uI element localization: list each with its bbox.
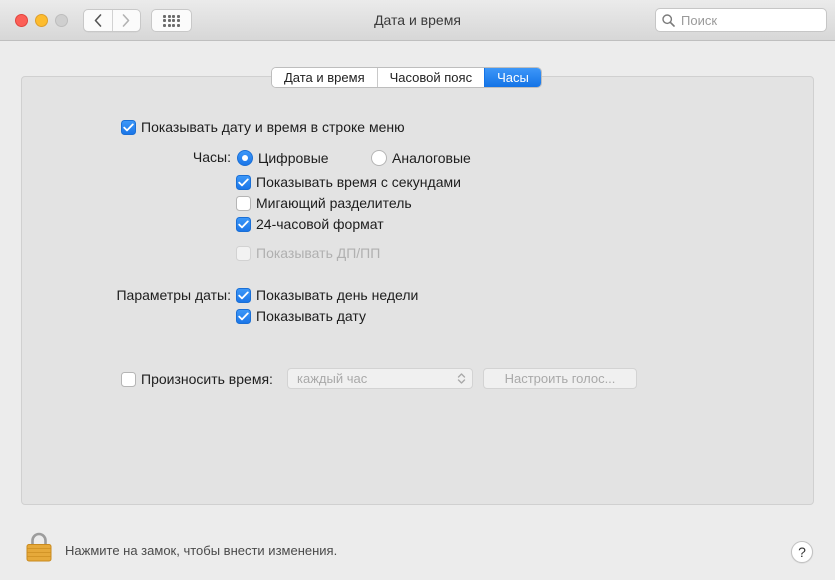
checkmark-icon [238, 220, 249, 228]
show-menu-clock-option[interactable]: Показывать дату и время в строке меню [121, 118, 405, 136]
show-ampm-label: Показывать ДП/ПП [256, 245, 381, 261]
preferences-window: Дата и время Дата и время Часовой пояс Ч… [0, 0, 835, 580]
tab-clock[interactable]: Часы [484, 68, 541, 87]
lock-icon[interactable] [26, 532, 52, 562]
announce-time-checkbox[interactable] [121, 371, 136, 387]
flash-separator-option[interactable]: Мигающий разделитель [236, 194, 412, 212]
hour24-label: 24-часовой формат [256, 216, 384, 232]
show-weekday-checkbox[interactable] [236, 287, 251, 303]
announce-time-option[interactable]: Произносить время: [121, 370, 273, 388]
search-input[interactable] [679, 10, 819, 30]
checkmark-icon [238, 312, 249, 320]
checkmark-icon [123, 123, 134, 131]
search-icon [662, 13, 675, 27]
digital-option[interactable]: Цифровые [237, 149, 329, 167]
analog-option[interactable]: Аналоговые [371, 149, 471, 167]
show-weekday-label: Показывать день недели [256, 287, 419, 303]
show-ampm-checkbox [236, 245, 251, 261]
show-weekday-option[interactable]: Показывать день недели [236, 286, 418, 304]
hour24-checkbox[interactable] [236, 216, 251, 232]
show-date-option[interactable]: Показывать дату [236, 307, 366, 325]
lock-hint: Нажмите на замок, чтобы внести изменения… [65, 543, 338, 558]
digital-label: Цифровые [258, 150, 329, 166]
title-bar: Дата и время [0, 0, 835, 41]
show-seconds-label: Показывать время с секундами [256, 174, 461, 190]
date-options-label: Параметры даты: [116, 287, 231, 303]
search-field[interactable] [655, 8, 827, 32]
help-button[interactable]: ? [791, 541, 813, 563]
analog-label: Аналоговые [392, 150, 471, 166]
announce-time-label: Произносить время: [141, 371, 273, 387]
show-menu-clock-checkbox[interactable] [121, 119, 136, 135]
tab-time-zone[interactable]: Часовой пояс [376, 68, 485, 87]
tab-bar: Дата и время Часовой пояс Часы [271, 67, 542, 88]
updown-arrows-icon [457, 373, 466, 384]
customize-voice-button[interactable]: Настроить голос... [483, 368, 637, 389]
show-seconds-option[interactable]: Показывать время с секундами [236, 173, 461, 191]
clock-style-label: Часы: [192, 149, 231, 165]
hour24-option[interactable]: 24-часовой формат [236, 215, 384, 233]
digital-radio[interactable] [237, 150, 253, 166]
show-menu-clock-label: Показывать дату и время в строке меню [141, 119, 405, 135]
show-date-label: Показывать дату [256, 308, 366, 324]
show-ampm-option: Показывать ДП/ПП [236, 244, 380, 262]
announce-interval-select[interactable]: каждый час [287, 368, 473, 389]
tab-date-time[interactable]: Дата и время [272, 68, 377, 87]
checkmark-icon [238, 291, 249, 299]
flash-separator-checkbox[interactable] [236, 195, 251, 211]
show-date-checkbox[interactable] [236, 308, 251, 324]
announce-interval-value: каждый час [297, 371, 368, 386]
show-seconds-checkbox[interactable] [236, 174, 251, 190]
analog-radio[interactable] [371, 150, 387, 166]
checkmark-icon [238, 178, 249, 186]
flash-separator-label: Мигающий разделитель [256, 195, 412, 211]
